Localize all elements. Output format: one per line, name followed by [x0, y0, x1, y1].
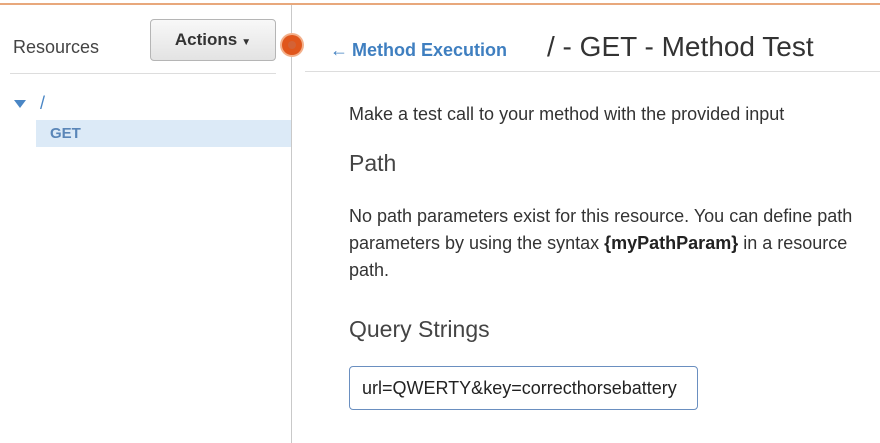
handle-dot-icon — [288, 41, 296, 49]
tree-root[interactable]: / — [14, 93, 45, 114]
tree-root-label[interactable]: / — [40, 93, 45, 114]
arrow-left-icon: ← — [330, 40, 348, 60]
page-title: / - GET - Method Test — [547, 31, 814, 62]
caret-down-icon: ▼ — [241, 36, 252, 48]
resources-title: Resources — [13, 37, 100, 57]
tree-item-label: GET — [50, 125, 81, 142]
page-header: ← Method Execution / - GET - Method Test — [305, 5, 880, 72]
path-description: No path parameters exist for this resour… — [349, 203, 869, 284]
tree-item-get[interactable]: GET — [36, 120, 291, 147]
path-param-syntax: {myPathParam} — [604, 233, 739, 253]
resources-panel: Resources Actions ▼ / GET — [0, 5, 292, 443]
path-heading: Path — [349, 150, 397, 176]
actions-button-label: Actions — [174, 30, 238, 49]
intro-text: Make a test call to your method with the… — [349, 104, 785, 124]
query-strings-heading: Query Strings — [349, 316, 490, 342]
query-strings-input[interactable] — [349, 366, 698, 410]
method-execution-link[interactable]: ← Method Execution — [330, 40, 507, 61]
back-link-label: Method Execution — [352, 40, 508, 60]
panel-collapse-handle[interactable] — [282, 35, 302, 55]
resources-panel-header: Resources Actions ▼ — [0, 5, 292, 75]
tree-expand-icon[interactable] — [14, 99, 26, 108]
divider — [10, 73, 276, 74]
actions-button[interactable]: Actions ▼ — [150, 19, 276, 61]
